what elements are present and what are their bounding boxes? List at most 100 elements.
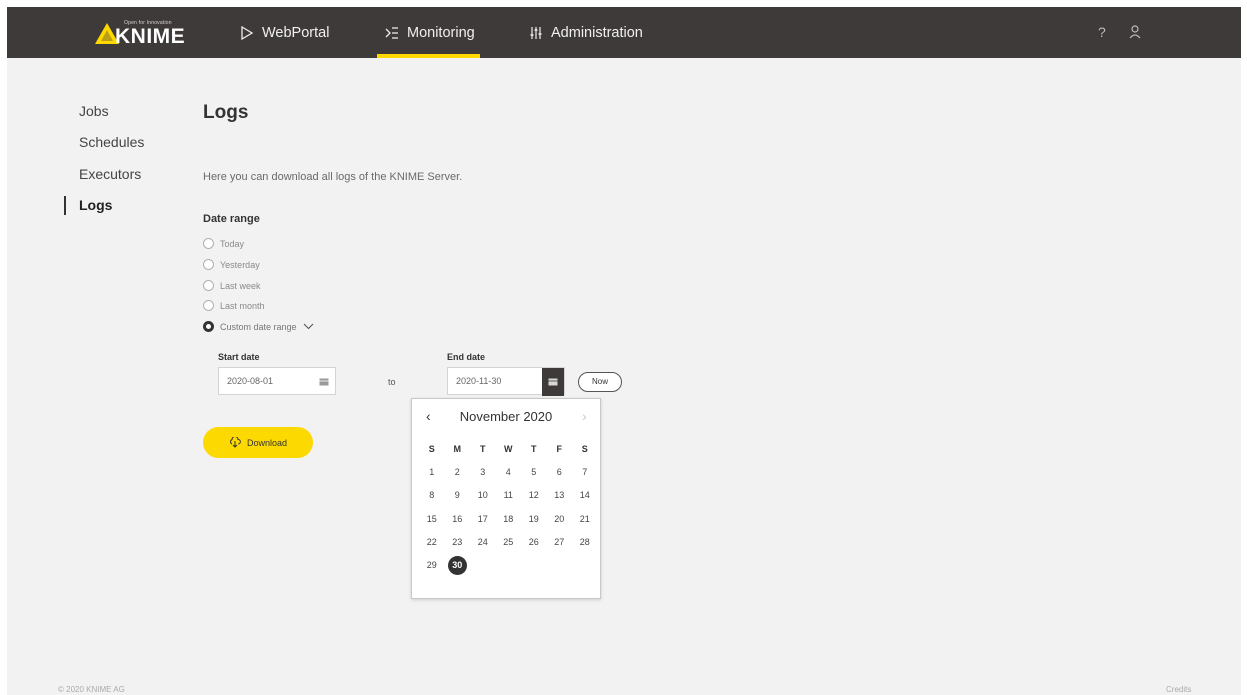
- radio-circle[interactable]: [203, 300, 214, 311]
- calendar-day[interactable]: 2: [445, 460, 471, 483]
- top-nav-bar: Open for Innovation KNIME WebPortal Moni…: [7, 7, 1241, 58]
- chevron-down-icon[interactable]: [303, 323, 314, 330]
- calendar-day[interactable]: 8: [419, 484, 445, 507]
- calendar-day[interactable]: 4: [496, 460, 522, 483]
- calendar-day[interactable]: 11: [496, 484, 522, 507]
- weekday-header: M: [453, 443, 462, 454]
- calendar-day[interactable]: 26: [521, 530, 547, 553]
- calendar-day[interactable]: 13: [547, 484, 573, 507]
- app-frame: Open for Innovation KNIME WebPortal Moni…: [7, 7, 1241, 695]
- calendar-day-number: 30: [447, 555, 467, 575]
- weekday-header: T: [480, 443, 486, 454]
- calendar-day[interactable]: 5: [521, 460, 547, 483]
- calendar-day[interactable]: 20: [547, 507, 573, 530]
- knime-logo[interactable]: Open for Innovation KNIME: [95, 16, 195, 48]
- calendar-day-number: 10: [477, 490, 488, 501]
- end-date-label: End date: [447, 352, 486, 362]
- radio-custom-date-range[interactable]: Custom date range: [203, 321, 314, 332]
- calendar-day-number: 11: [503, 490, 513, 501]
- calendar-day-number: 25: [503, 536, 514, 547]
- calendar-day-number: 18: [503, 513, 514, 524]
- radio-label: Last week: [220, 280, 261, 291]
- nav-monitoring[interactable]: Monitoring: [377, 7, 480, 58]
- nav-administration-label: Administration: [551, 24, 643, 41]
- radio-today[interactable]: Today: [203, 238, 244, 249]
- credits-link[interactable]: Credits: [1166, 685, 1191, 694]
- calendar-day-number: 21: [579, 513, 590, 524]
- calendar-day-selected[interactable]: 30: [445, 553, 471, 576]
- calendar-day-number: 23: [452, 536, 463, 547]
- calendar-day[interactable]: 18: [496, 507, 522, 530]
- calendar-day[interactable]: 29: [419, 553, 445, 576]
- end-date-calendar-button[interactable]: [542, 368, 564, 396]
- calendar-day[interactable]: 23: [445, 530, 471, 553]
- start-date-field[interactable]: 2020-08-01: [218, 367, 336, 395]
- calendar-day-number: 6: [556, 466, 562, 477]
- monitoring-icon: [385, 26, 398, 39]
- calendar-grid: S M T W T F S 1 2 3 4 5 6 7 8 9 10 11 12 13 14 15 16 17 18 19 20 21…: [419, 437, 598, 577]
- calendar-day-number: 15: [426, 513, 437, 524]
- calendar-day[interactable]: 21: [572, 507, 598, 530]
- play-outline-icon: [241, 25, 254, 40]
- calendar-day[interactable]: 17: [470, 507, 496, 530]
- calendar-day[interactable]: 24: [470, 530, 496, 553]
- date-range-heading: Date range: [203, 213, 260, 225]
- calendar-day-number: 7: [582, 466, 588, 477]
- calendar-month-title: November 2020: [459, 409, 553, 424]
- calendar-day-number: 24: [477, 536, 488, 547]
- radio-circle[interactable]: [203, 280, 214, 291]
- nav-webportal[interactable]: WebPortal: [239, 7, 329, 58]
- help-icon[interactable]: ?: [1098, 24, 1106, 40]
- sidebar-item-jobs[interactable]: Jobs: [79, 103, 109, 119]
- end-date-field[interactable]: 2020-11-30: [447, 367, 565, 396]
- radio-circle[interactable]: [203, 238, 214, 249]
- calendar-day-number: 1: [429, 466, 435, 477]
- date-picker-popover: ‹ November 2020 › S M T W T F S 1 2 3 4 5 6 7 8 9 10 11 12…: [411, 398, 601, 599]
- download-button-label: Download: [246, 437, 288, 448]
- calendar-day[interactable]: 16: [445, 507, 471, 530]
- radio-last-week[interactable]: Last week: [203, 280, 261, 291]
- download-button[interactable]: Download: [203, 427, 313, 458]
- calendar-day[interactable]: 7: [572, 460, 598, 483]
- sidebar-item-logs[interactable]: Logs: [79, 197, 112, 213]
- sidebar-item-schedules[interactable]: Schedules: [79, 134, 144, 150]
- calendar-day[interactable]: 9: [445, 484, 471, 507]
- chevron-right-icon[interactable]: ›: [582, 408, 587, 424]
- calendar-day[interactable]: 12: [521, 484, 547, 507]
- calendar-day[interactable]: 25: [496, 530, 522, 553]
- radio-last-month[interactable]: Last month: [203, 300, 265, 311]
- calendar-day[interactable]: 19: [521, 507, 547, 530]
- calendar-day[interactable]: 14: [572, 484, 598, 507]
- calendar-icon: [548, 378, 558, 386]
- calendar-day-number: 12: [528, 490, 539, 501]
- calendar-day-number: 17: [477, 513, 488, 524]
- nav-administration[interactable]: Administration: [528, 7, 643, 58]
- calendar-day[interactable]: 22: [419, 530, 445, 553]
- weekday-header: S: [581, 443, 588, 454]
- weekday-header: F: [556, 443, 563, 454]
- start-date-calendar-button[interactable]: [313, 368, 335, 396]
- sliders-icon: [530, 26, 542, 39]
- logo-wordmark: KNIME: [115, 25, 186, 48]
- calendar-day[interactable]: 3: [470, 460, 496, 483]
- calendar-day-number: 20: [554, 513, 565, 524]
- radio-circle-selected[interactable]: [203, 321, 214, 332]
- radio-yesterday[interactable]: Yesterday: [203, 259, 260, 270]
- calendar-day[interactable]: 15: [419, 507, 445, 530]
- weekday-header: W: [504, 443, 513, 454]
- sidebar-item-executors[interactable]: Executors: [79, 166, 141, 182]
- calendar-day-number: 3: [480, 466, 486, 477]
- calendar-day-number: 4: [505, 466, 511, 477]
- radio-circle[interactable]: [203, 259, 214, 270]
- to-label: to: [388, 377, 396, 387]
- calendar-day[interactable]: 28: [572, 530, 598, 553]
- now-button[interactable]: Now: [578, 372, 622, 392]
- user-icon[interactable]: [1128, 24, 1142, 40]
- calendar-day[interactable]: 10: [470, 484, 496, 507]
- calendar-day-number: 14: [579, 490, 590, 501]
- calendar-day[interactable]: 27: [547, 530, 573, 553]
- page-title: Logs: [203, 102, 249, 123]
- calendar-day[interactable]: 1: [419, 460, 445, 483]
- calendar-day-number: 26: [528, 536, 539, 547]
- calendar-day[interactable]: 6: [547, 460, 573, 483]
